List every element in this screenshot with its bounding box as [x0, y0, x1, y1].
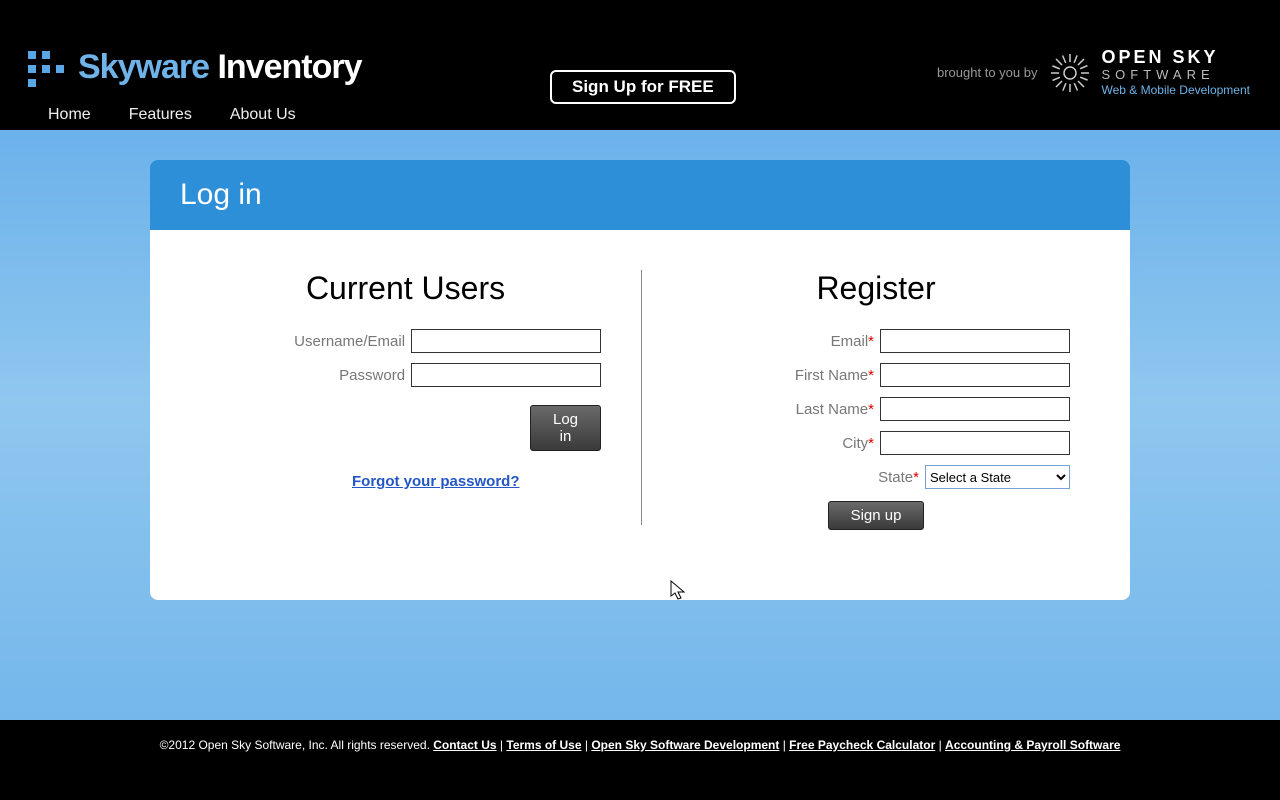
firstname-input[interactable]: [880, 363, 1070, 387]
login-column: Current Users Username/Email Password Lo…: [180, 270, 631, 530]
sponsor-line1: OPEN SKY: [1101, 48, 1250, 68]
nav-features[interactable]: Features: [129, 106, 192, 124]
logo-icon: [28, 51, 66, 85]
signup-free-button[interactable]: Sign Up for FREE: [550, 70, 736, 104]
email-input[interactable]: [880, 329, 1070, 353]
password-label: Password: [339, 367, 405, 384]
password-input[interactable]: [411, 363, 601, 387]
register-column: Register Email* First Name* Last Name* C…: [652, 270, 1100, 530]
footer-opensky-link[interactable]: Open Sky Software Development: [591, 738, 779, 752]
panel-body: Current Users Username/Email Password Lo…: [150, 230, 1130, 600]
firstname-label: First Name*: [795, 367, 874, 384]
footer-contact-link[interactable]: Contact Us: [433, 738, 496, 752]
username-input[interactable]: [411, 329, 601, 353]
brand-name: Skyware: [78, 48, 209, 86]
footer-accounting-link[interactable]: Accounting & Payroll Software: [945, 738, 1120, 752]
footer: ©2012 Open Sky Software, Inc. All rights…: [0, 720, 1280, 800]
sponsor-logo[interactable]: OPEN SKY SOFTWARE Web & Mobile Developme…: [1049, 48, 1250, 97]
footer-paycheck-link[interactable]: Free Paycheck Calculator: [789, 738, 935, 752]
cursor-icon: [670, 580, 688, 602]
brought-by-label: brought to you by: [937, 65, 1037, 80]
lastname-label: Last Name*: [796, 401, 874, 418]
login-button[interactable]: Log in: [530, 405, 601, 451]
footer-terms-link[interactable]: Terms of Use: [506, 738, 581, 752]
sponsor-line3: Web & Mobile Development: [1101, 84, 1250, 97]
main-nav: Home Features About Us: [48, 106, 296, 124]
sponsor-text: OPEN SKY SOFTWARE Web & Mobile Developme…: [1101, 48, 1250, 97]
state-label: State*: [878, 469, 919, 486]
city-label: City*: [842, 435, 874, 452]
sponsor-line2: SOFTWARE: [1101, 68, 1250, 82]
column-divider: [641, 270, 642, 525]
product-name: Inventory: [217, 48, 361, 86]
signup-button[interactable]: Sign up: [828, 501, 925, 530]
sun-icon: [1049, 52, 1091, 94]
forgot-password-link[interactable]: Forgot your password?: [210, 473, 601, 490]
header-bar: Skyware Inventory Sign Up for FREE broug…: [0, 0, 1280, 130]
login-heading: Current Users: [210, 270, 601, 307]
sponsor-block: brought to you by: [937, 48, 1250, 97]
nav-about[interactable]: About Us: [230, 106, 296, 124]
panel-title: Log in: [150, 160, 1130, 230]
lastname-input[interactable]: [880, 397, 1070, 421]
logo-text: Skyware Inventory: [78, 48, 362, 87]
copyright-text: ©2012 Open Sky Software, Inc. All rights…: [160, 738, 434, 752]
state-select[interactable]: Select a State: [925, 465, 1070, 489]
city-input[interactable]: [880, 431, 1070, 455]
register-heading: Register: [682, 270, 1070, 307]
nav-home[interactable]: Home: [48, 106, 91, 124]
username-label: Username/Email: [294, 333, 405, 350]
email-label: Email*: [831, 333, 874, 350]
logo[interactable]: Skyware Inventory: [28, 48, 362, 87]
main-panel: Log in Current Users Username/Email Pass…: [150, 160, 1130, 600]
